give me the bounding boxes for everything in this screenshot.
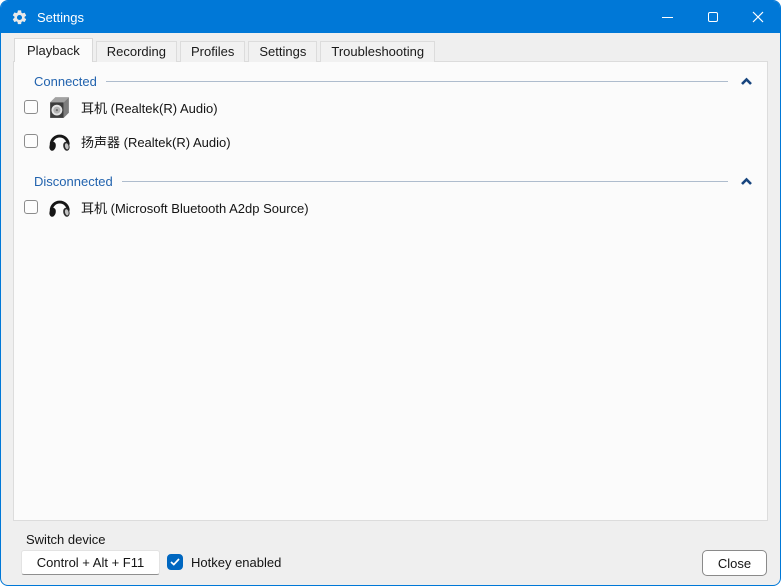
device-name: 扬声器 (Realtek(R) Audio) xyxy=(81,134,231,150)
group-divider xyxy=(105,80,728,82)
device-row: 耳机 (Microsoft Bluetooth A2dp Source) xyxy=(24,190,767,224)
hotkey-input[interactable] xyxy=(21,550,160,575)
device-name: 耳机 (Realtek(R) Audio) xyxy=(81,100,218,116)
window-title: Settings xyxy=(37,9,84,25)
group-label-connected: Connected xyxy=(34,73,97,89)
switch-device-label: Switch device xyxy=(26,532,106,547)
device-checkbox[interactable] xyxy=(24,100,38,114)
chevron-up-icon xyxy=(741,177,752,185)
minimize-icon xyxy=(662,16,673,18)
tab-profiles[interactable]: Profiles xyxy=(180,41,246,62)
device-checkbox[interactable] xyxy=(24,134,38,148)
device-name: 耳机 (Microsoft Bluetooth A2dp Source) xyxy=(81,200,309,216)
tabstrip: Playback Recording Profiles Settings Tro… xyxy=(14,38,438,62)
group-label-disconnected: Disconnected xyxy=(34,173,113,189)
chevron-up-icon xyxy=(741,77,752,85)
speaker-icon xyxy=(47,95,72,120)
collapse-disconnected-button[interactable] xyxy=(740,177,753,186)
close-button[interactable]: Close xyxy=(702,550,767,576)
hotkey-enabled-row: Hotkey enabled xyxy=(167,554,281,570)
headphones-icon xyxy=(47,129,72,154)
group-header-disconnected: Disconnected xyxy=(34,172,755,190)
tab-settings[interactable]: Settings xyxy=(248,41,318,62)
tab-recording[interactable]: Recording xyxy=(95,41,178,62)
checkmark-icon xyxy=(170,558,180,566)
hotkey-enabled-label: Hotkey enabled xyxy=(191,554,282,570)
device-checkbox[interactable] xyxy=(24,200,38,214)
close-window-button[interactable] xyxy=(735,1,780,33)
maximize-button[interactable] xyxy=(690,1,735,33)
tab-playback[interactable]: Playback xyxy=(14,38,93,62)
window-controls xyxy=(645,1,780,33)
hotkey-enabled-checkbox[interactable] xyxy=(167,554,183,570)
tab-troubleshooting[interactable]: Troubleshooting xyxy=(320,41,436,62)
collapse-connected-button[interactable] xyxy=(740,77,753,86)
close-icon xyxy=(752,11,763,23)
group-divider xyxy=(121,180,728,182)
headphones-icon xyxy=(47,195,72,220)
minimize-button[interactable] xyxy=(645,1,690,33)
playback-tab-panel: Connected 耳机 (Realtek(R) Audio) 扬声器 (Rea… xyxy=(13,61,768,521)
maximize-icon xyxy=(707,12,718,22)
settings-window: Settings Playback Recording Profiles Set… xyxy=(0,0,781,586)
device-row: 扬声器 (Realtek(R) Audio) xyxy=(24,124,767,158)
titlebar: Settings xyxy=(1,1,780,33)
device-row: 耳机 (Realtek(R) Audio) xyxy=(24,90,767,124)
group-header-connected: Connected xyxy=(34,72,755,90)
gear-icon xyxy=(11,9,28,26)
